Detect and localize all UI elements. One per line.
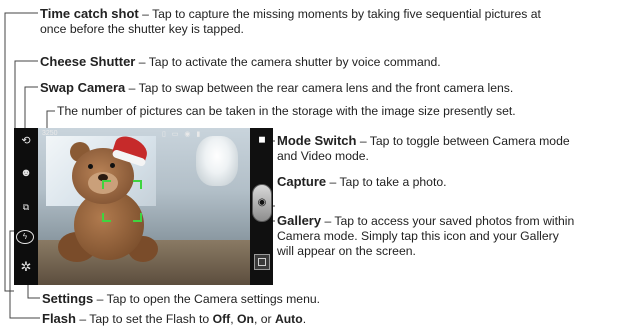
status-icons: ▯ ▭ ◉ ▮ <box>162 131 203 138</box>
callout-text: will appear on the screen. <box>277 244 416 258</box>
flash-option-auto: Auto <box>274 312 303 326</box>
callout-text: – Tap to take a photo. <box>326 175 447 189</box>
flash-option-off: Off <box>212 312 231 326</box>
capture-button[interactable]: ◉ <box>252 184 272 222</box>
callout-swap-camera: Swap Camera – Tap to swap between the re… <box>40 80 513 96</box>
callout-text: The number of pictures can be taken in t… <box>57 104 516 118</box>
callout-title: Time catch shot <box>40 6 139 21</box>
camera-preview <box>38 128 250 285</box>
focus-box <box>102 180 142 222</box>
callout-text: – Tap to toggle between Camera mode <box>356 134 570 148</box>
callout-title: Gallery <box>277 213 322 228</box>
picture-count: 3250 <box>42 130 58 137</box>
callout-text: and Video mode. <box>277 149 369 163</box>
callout-settings: Settings – Tap to open the Camera settin… <box>42 291 320 307</box>
callout-gallery: Gallery – Tap to access your saved photo… <box>277 213 574 259</box>
callout-title: Settings <box>42 291 94 306</box>
callout-title: Mode Switch <box>277 133 357 148</box>
callout-text: – Tap to capture the missing moments by … <box>138 7 541 21</box>
callout-text: – Tap to swap between the rear camera le… <box>125 81 514 95</box>
callout-cheese-shutter: Cheese Shutter – Tap to activate the cam… <box>40 54 441 70</box>
callout-text: – Tap to access your saved photos from w… <box>321 214 575 228</box>
separator: , <box>230 312 237 326</box>
callout-title: Capture <box>277 174 327 189</box>
camera-screen: ⟲ ☻ ⧉ ϟ ✲ 3250 ▯ ▭ ◉ ▮ ◼ ◉ <box>14 128 273 285</box>
separator: , or <box>253 312 275 326</box>
gallery-button[interactable] <box>254 254 270 270</box>
swap-camera-icon[interactable]: ⟲ <box>16 134 36 148</box>
left-control-bar: ⟲ ☻ ⧉ ϟ ✲ <box>14 128 38 285</box>
camera-shutter-icon: ◉ <box>257 197 267 208</box>
camera-mode-icon[interactable]: ◼ <box>254 132 270 146</box>
callout-flash: Flash – Tap to set the Flash to Off, On,… <box>42 311 306 327</box>
callout-time-catch-shot: Time catch shot – Tap to capture the mis… <box>40 6 625 37</box>
cheese-shutter-icon[interactable]: ☻ <box>16 166 36 180</box>
callout-title: Flash <box>42 311 76 326</box>
callout-picture-count: The number of pictures can be taken in t… <box>57 104 516 119</box>
callout-text: – Tap to open the Camera settings menu. <box>93 292 321 306</box>
callout-text: Camera mode. Simply tap this icon and yo… <box>277 229 559 243</box>
callout-text: – Tap to set the Flash to <box>75 312 213 326</box>
background-light <box>196 136 238 186</box>
callout-capture: Capture – Tap to take a photo. <box>277 174 447 190</box>
settings-icon[interactable]: ✲ <box>16 260 36 274</box>
callout-title: Swap Camera <box>40 80 126 95</box>
gallery-icon <box>258 258 266 266</box>
flash-icon[interactable]: ϟ <box>16 230 34 244</box>
callout-text: – Tap to activate the camera shutter by … <box>135 55 441 69</box>
callout-text: once before the shutter key is tapped. <box>40 22 244 36</box>
period: . <box>302 312 307 326</box>
callout-mode-switch: Mode Switch – Tap to toggle between Came… <box>277 133 570 164</box>
flash-option-on: On <box>237 312 254 326</box>
time-catch-icon[interactable]: ⧉ <box>16 200 36 214</box>
callout-title: Cheese Shutter <box>40 54 136 69</box>
